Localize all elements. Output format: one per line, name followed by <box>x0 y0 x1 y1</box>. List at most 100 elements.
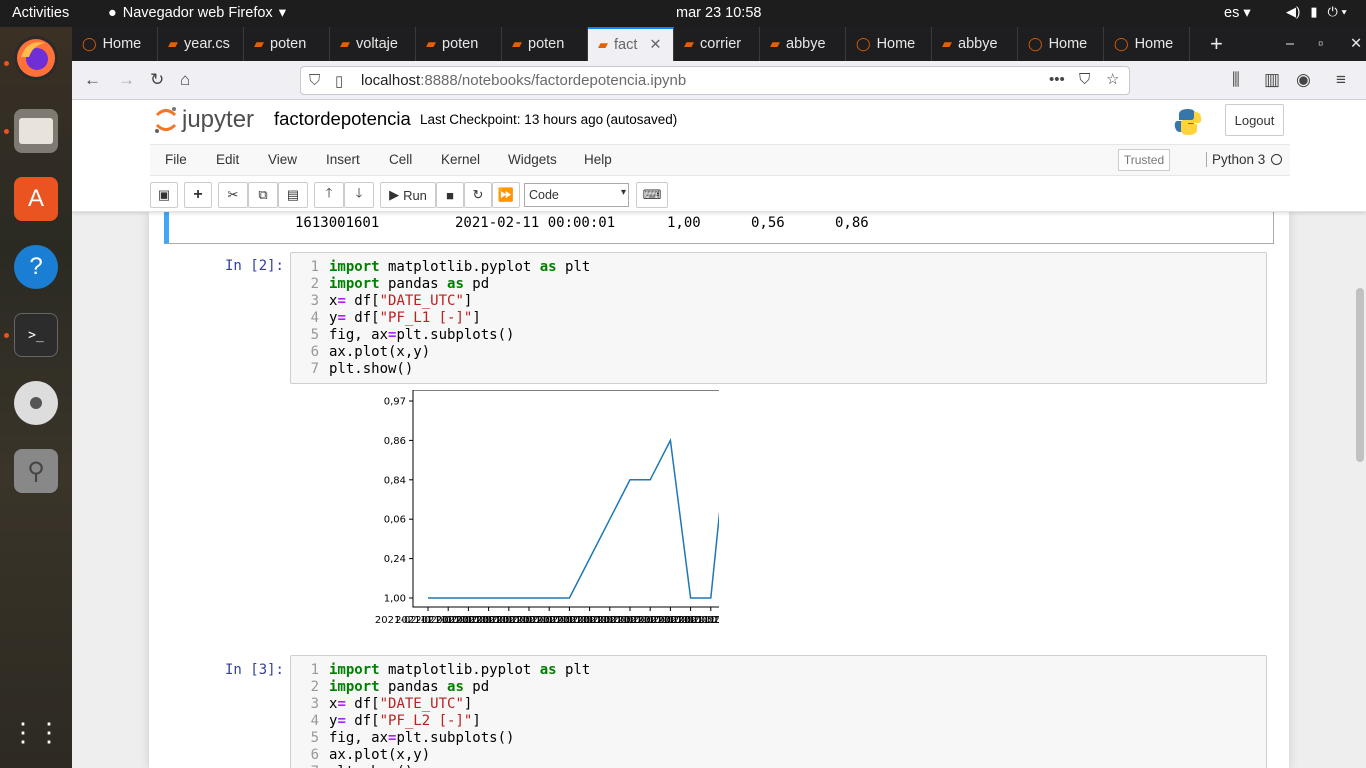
tab-8[interactable]: ▰ abbye <box>760 27 846 61</box>
menu-view[interactable]: View <box>268 152 297 167</box>
y-tick-label: 1,00 <box>384 594 406 605</box>
language-indicator[interactable]: es ▾ <box>1224 5 1251 21</box>
scrollbar[interactable] <box>1356 288 1364 462</box>
page-content: jupyter factordepotencia Last Checkpoint… <box>72 100 1366 768</box>
run-button[interactable]: ▶ Run <box>380 182 436 208</box>
jupyter-icon: ◯ <box>1114 36 1129 51</box>
software-center-icon[interactable]: A <box>14 177 58 221</box>
close-icon[interactable]: ✕ <box>649 37 661 53</box>
shield-icon[interactable]: ⛉ <box>309 72 320 89</box>
app-menu[interactable]: ● Navegador web Firefox ▾ <box>108 5 286 21</box>
account-icon[interactable]: ◉ <box>1296 70 1311 90</box>
notebook-title[interactable]: factordepotencia <box>274 108 411 130</box>
tab-6[interactable]: ▰ fact ✕ <box>588 27 674 61</box>
tab-label: poten <box>270 36 307 52</box>
line-number: 4 <box>310 713 319 729</box>
new-tab-button[interactable]: + <box>1200 27 1230 61</box>
trusted-indicator[interactable]: Trusted <box>1118 149 1170 171</box>
tab-3[interactable]: ▰ voltaje <box>330 27 416 61</box>
firefox-icon[interactable] <box>14 36 58 80</box>
tab-11[interactable]: ◯ Home <box>1018 27 1104 61</box>
tab-1[interactable]: ▰ year.cs <box>158 27 244 61</box>
jupyter-logo[interactable]: jupyter <box>154 106 254 134</box>
paste-button[interactable]: ▤ <box>278 182 308 208</box>
cut-button[interactable]: ✂ <box>218 182 248 208</box>
menu-cell[interactable]: Cell <box>389 152 412 167</box>
x-tick-label: 2021-02-11 00:00:01 <box>678 615 719 626</box>
menu-bar: File Edit View Insert Cell Kernel Widget… <box>150 144 1290 176</box>
clock[interactable]: mar 23 10:58 <box>676 5 761 21</box>
menu-insert[interactable]: Insert <box>326 152 360 167</box>
bookmark-star-icon[interactable]: ☆ <box>1106 70 1119 88</box>
menu-widgets[interactable]: Widgets <box>508 152 557 167</box>
move-up-button[interactable]: 🡑 <box>314 182 344 208</box>
tab-0[interactable]: ◯ Home <box>72 27 158 61</box>
code-cell[interactable]: 1 import matplotlib.pyplot as plt 2 import … <box>290 252 1267 384</box>
files-icon[interactable] <box>14 109 58 153</box>
close-button[interactable]: ✕ <box>1340 27 1362 61</box>
menu-icon[interactable]: ≡ <box>1336 70 1346 90</box>
minimize-button[interactable]: ‒ <box>1276 27 1294 61</box>
forward-icon[interactable]: → <box>118 70 135 90</box>
tab-7[interactable]: ▰ corrier <box>674 27 760 61</box>
help-icon[interactable]: ? <box>14 245 58 289</box>
cell-type-select[interactable]: Code ▾ <box>524 183 629 207</box>
system-tray[interactable]: ◀) ▮ ⏻ ▾ <box>1286 4 1347 20</box>
chevron-down-icon: ▾ <box>620 187 626 198</box>
tab-12[interactable]: ◯ Home <box>1104 27 1190 61</box>
tab-4[interactable]: ▰ poten <box>416 27 502 61</box>
notebook-toolbar: ▣ + ✂ ⧉ ▤ 🡑 🡓 ▶ Run ■ ↻ ⏩ Code ▾ ⌨ <box>150 180 1290 208</box>
back-icon[interactable]: ← <box>84 70 101 90</box>
command-palette-button[interactable]: ⌨ <box>636 182 668 208</box>
menu-kernel[interactable]: Kernel <box>441 152 480 167</box>
menu-edit[interactable]: Edit <box>216 152 239 167</box>
code-line: ax.plot(x,y) <box>329 344 431 360</box>
show-apps-icon[interactable]: ⋮⋮ <box>10 710 62 754</box>
save-button[interactable]: ▣ <box>150 182 178 208</box>
code-line: x= df["DATE_UTC"] <box>329 696 473 712</box>
arrow-down-icon: 🡓 <box>355 185 363 200</box>
disc-icon[interactable] <box>14 381 58 425</box>
code-cell[interactable]: 1 import matplotlib.pyplot as plt 2 import … <box>290 655 1267 768</box>
cell-prompt: In [2]: <box>224 258 284 274</box>
activities-button[interactable]: Activities <box>12 5 69 21</box>
python-logo <box>1174 109 1202 135</box>
tab-2[interactable]: ▰ poten <box>244 27 330 61</box>
restart-button[interactable]: ↻ <box>464 182 492 208</box>
menu-help[interactable]: Help <box>584 152 612 167</box>
more-icon[interactable]: ••• <box>1049 71 1065 88</box>
logout-button[interactable]: Logout <box>1225 104 1284 136</box>
code-line: import pandas as pd <box>329 679 490 695</box>
insert-cell-button[interactable]: + <box>184 182 212 208</box>
autosave-status: (autosaved) <box>606 112 678 127</box>
line-number: 7 <box>310 361 319 377</box>
interrupt-button[interactable]: ■ <box>436 182 464 208</box>
library-icon[interactable]: ⫼ <box>1232 70 1240 90</box>
sidebar-icon[interactable]: ▥ <box>1264 70 1280 90</box>
maximize-button[interactable]: ▫ <box>1308 27 1323 61</box>
line-number: 7 <box>295 764 319 768</box>
file-icon: ▰ <box>684 36 694 51</box>
plus-icon: + <box>193 186 203 203</box>
plot-area <box>412 390 719 608</box>
run-all-button[interactable]: ⏩ <box>492 182 520 208</box>
copy-button[interactable]: ⧉ <box>248 182 278 208</box>
code-line: x= df["DATE_UTC"] <box>329 293 473 309</box>
terminal-icon[interactable]: >_ <box>14 313 58 357</box>
code-line: import pandas as pd <box>329 276 490 292</box>
pocket-icon[interactable]: ⛉ <box>1079 71 1090 88</box>
reload-icon[interactable]: ↻ <box>150 70 164 90</box>
tab-10[interactable]: ▰ abbye <box>932 27 1018 61</box>
home-icon[interactable]: ⌂ <box>180 70 190 90</box>
tab-bar: ◯ Home ▰ year.cs ▰ poten ▰ voltaje ▰ poten ▰ poten ▰… <box>72 27 1366 61</box>
tab-9[interactable]: ◯ Home <box>846 27 932 61</box>
menu-file[interactable]: File <box>165 152 187 167</box>
tab-label: abbye <box>958 36 998 52</box>
code-line: y= df["PF_L2 [-]"] <box>329 713 481 729</box>
tab-5[interactable]: ▰ poten <box>502 27 588 61</box>
url-bar[interactable]: ⛉ ▯ localhost:8888/notebooks/factordepot… <box>300 66 1130 95</box>
move-down-button[interactable]: 🡓 <box>344 182 374 208</box>
usb-icon[interactable]: ⚲ <box>14 449 58 493</box>
kernel-name[interactable]: Python 3 <box>1206 152 1265 167</box>
page-info-icon[interactable]: ▯ <box>335 72 343 90</box>
